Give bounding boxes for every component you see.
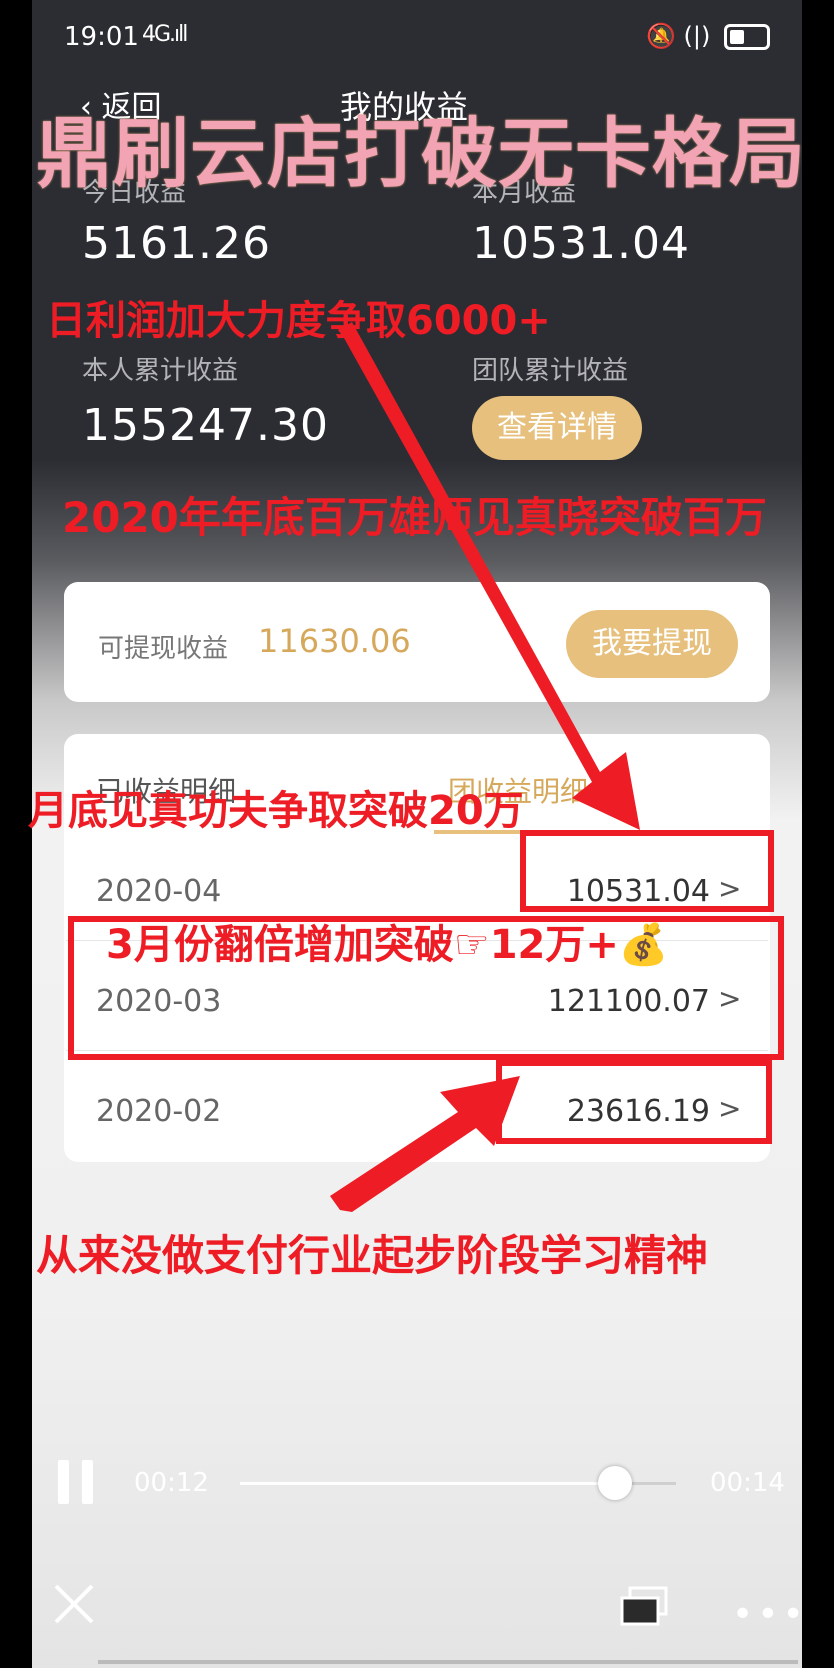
arrow-down-right-icon xyxy=(338,322,640,830)
annotation-arrows xyxy=(330,322,640,1212)
current-time: 00:12 xyxy=(134,1468,209,1498)
picture-in-picture-icon[interactable] xyxy=(620,1586,670,1626)
arrow-up-right-icon xyxy=(330,1076,520,1212)
total-time: 00:14 xyxy=(710,1468,785,1498)
progress-knob[interactable] xyxy=(597,1466,632,1500)
pause-icon[interactable] xyxy=(58,1460,94,1504)
home-indicator xyxy=(98,1660,798,1664)
close-icon[interactable] xyxy=(52,1582,96,1626)
progress-fill xyxy=(240,1482,615,1485)
more-icon[interactable]: ••• xyxy=(732,1594,808,1635)
